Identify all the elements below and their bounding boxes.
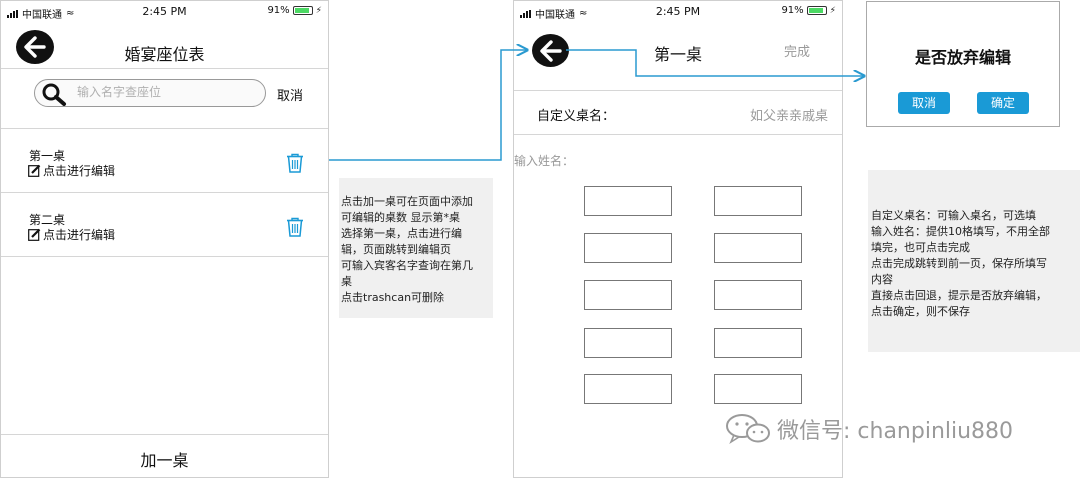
flow-arrows xyxy=(329,0,1080,161)
watermark-text: 微信号: chanpinliu880 xyxy=(777,419,1014,444)
flow-arrow-to-edit xyxy=(329,50,527,161)
flow-arrow-to-dialog xyxy=(566,49,864,76)
watermark: 微信号: chanpinliu880 xyxy=(725,412,1013,446)
wechat-icon xyxy=(726,414,770,445)
